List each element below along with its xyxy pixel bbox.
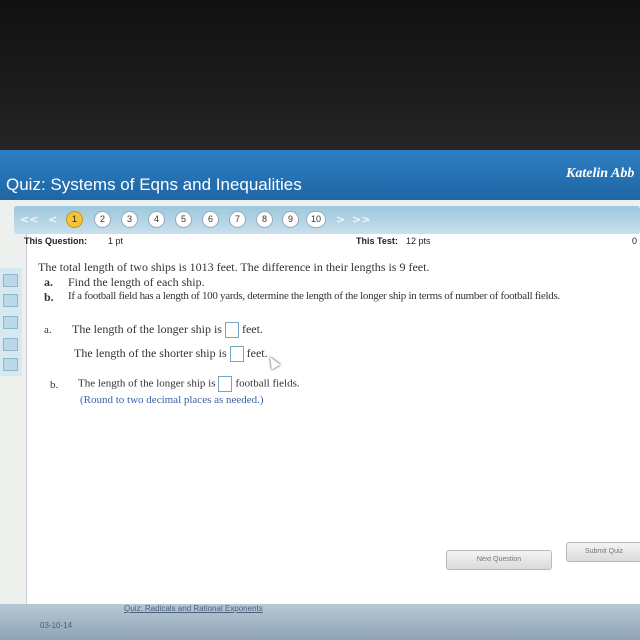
next-question-button[interactable]: Next Question (446, 550, 552, 570)
previous-question-button[interactable]: < (48, 213, 57, 226)
browser-screen: Quiz: Systems of Eqns and Inequalities K… (0, 150, 640, 640)
answer-b-row: The length of the longer ship is football… (78, 376, 300, 392)
part-b-label: b. (44, 290, 54, 304)
football-fields-unit: football fields. (235, 377, 300, 390)
quiz-header: Quiz: Systems of Eqns and Inequalities K… (0, 150, 640, 200)
next-question-arrow[interactable]: > (336, 213, 345, 226)
answer-a-shorter-row: The length of the shorter ship is feet. (74, 346, 268, 363)
question-number-7[interactable]: 7 (229, 211, 246, 228)
this-test-points: 12 pts (406, 236, 431, 246)
part-b-instruction: If a football field has a length of 100 … (68, 290, 560, 302)
help-icon[interactable] (3, 274, 18, 287)
longer-ship-unit: feet. (241, 322, 263, 336)
this-test-label: This Test: (356, 236, 398, 246)
question-stem: The total length of two ships is 1013 fe… (38, 260, 430, 274)
question-number-8[interactable]: 8 (256, 211, 273, 228)
this-question-points: 1 pt (108, 236, 124, 246)
shorter-ship-prompt: The length of the shorter ship is (74, 346, 227, 360)
longer-ship-prompt: The length of the longer ship is (72, 322, 222, 336)
taskbar: 03-10-14 Quiz: Radicals and Rational Exp… (0, 604, 640, 640)
shorter-ship-unit: feet. (246, 346, 268, 360)
submit-quiz-button[interactable]: Submit Quiz (566, 542, 640, 562)
question-number-1[interactable]: 1 (66, 211, 83, 228)
question-number-9[interactable]: 9 (282, 211, 299, 228)
this-question-label: This Question: (24, 236, 87, 246)
user-name: Katelin Abb (566, 166, 635, 181)
part-a-label: a. (44, 275, 53, 289)
quiz-title: Quiz: Systems of Eqns and Inequalities (6, 175, 302, 194)
answer-a-longer-row: The length of the longer ship is feet. (72, 322, 263, 339)
quiz-date: 03-10-14 (40, 621, 73, 630)
check-icon[interactable] (3, 338, 18, 351)
question-number-2[interactable]: 2 (94, 211, 111, 228)
football-fields-input[interactable] (218, 376, 233, 392)
calculator-icon[interactable] (3, 316, 18, 329)
question-number-6[interactable]: 6 (202, 211, 219, 228)
answer-a-label: a. (44, 324, 52, 336)
question-number-5[interactable]: 5 (175, 211, 192, 228)
first-question-button[interactable]: << (20, 213, 38, 226)
rounding-hint: (Round to two decimal places as needed.) (80, 394, 264, 406)
tools-sidebar (0, 268, 22, 376)
shorter-ship-feet-input[interactable] (229, 346, 244, 363)
textbook-icon[interactable] (3, 294, 18, 307)
previous-quiz-link[interactable]: Quiz: Radicals and Rational Exponents (124, 604, 263, 613)
longer-ship-feet-input[interactable] (224, 322, 239, 339)
football-fields-prompt: The length of the longer ship is (78, 377, 216, 390)
question-navigator: << < 1 2 3 4 5 6 7 8 9 10 > >> (14, 206, 640, 234)
print-icon[interactable] (3, 358, 18, 371)
question-number-3[interactable]: 3 (121, 211, 138, 228)
monitor-bezel (0, 0, 640, 150)
question-number-4[interactable]: 4 (148, 211, 165, 228)
score-value: 0 (632, 236, 638, 246)
answer-b-label: b. (50, 379, 59, 391)
last-question-button[interactable]: >> (352, 213, 370, 226)
question-number-10[interactable]: 10 (306, 211, 326, 228)
part-a-instruction: Find the length of each ship. (68, 275, 205, 289)
